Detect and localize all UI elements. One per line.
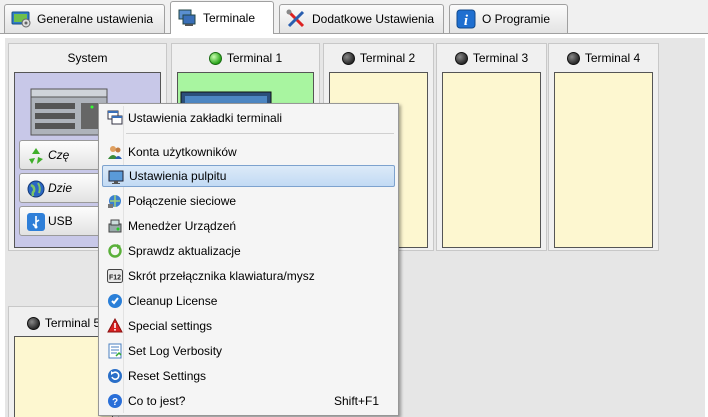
- system-card-title: System: [67, 51, 108, 65]
- status-off-icon: [454, 51, 468, 65]
- update-icon: [107, 243, 123, 259]
- system-card-header: System: [9, 44, 166, 72]
- menu-item-label: Ustawienia zakładki terminali: [128, 111, 283, 125]
- menu-item-special-settings[interactable]: Special settings: [102, 315, 395, 337]
- terminals-icon: [177, 8, 197, 28]
- menu-item-kvm-shortcut[interactable]: F12 Skrót przełącznika klawiatura/mysz: [102, 265, 395, 287]
- menu-item-label: Reset Settings: [128, 369, 207, 383]
- tools-icon: [286, 9, 306, 29]
- terminal-title: Terminal 1: [226, 51, 283, 65]
- menu-item-device-manager[interactable]: Menedżer Urządzeń: [102, 215, 395, 237]
- terminal-card-header: Terminal 3: [437, 44, 546, 72]
- terminal-card-4[interactable]: Terminal 4: [548, 43, 659, 251]
- recycle-icon: [26, 146, 46, 166]
- device-manager-icon: [107, 218, 123, 234]
- context-menu: Ustawienia zakładki terminali Konta użyt…: [98, 103, 399, 416]
- menu-item-label: Połączenie sieciowe: [128, 194, 237, 208]
- settings-screen-icon: [11, 9, 31, 29]
- menu-item-user-accounts[interactable]: Konta użytkowników: [102, 141, 395, 163]
- menu-item-label: Cleanup License: [128, 294, 218, 308]
- terminal-card-3[interactable]: Terminal 3: [436, 43, 547, 251]
- server-icon: [29, 85, 109, 142]
- menu-item-cleanup-license[interactable]: Cleanup License: [102, 290, 395, 312]
- system-button-label: USB: [48, 214, 73, 228]
- usb-icon: [26, 212, 46, 232]
- terminal-card-header: Terminal 4: [549, 44, 658, 72]
- menu-item-label: Special settings: [128, 319, 213, 333]
- tab-label: Generalne ustawienia: [37, 12, 154, 26]
- menu-item-label: Konta użytkowników: [128, 145, 237, 159]
- system-button-label: Czę: [48, 148, 70, 162]
- info-icon: i: [456, 9, 476, 29]
- system-button-1[interactable]: Czę: [19, 140, 101, 170]
- status-off-icon: [26, 316, 40, 330]
- terminal-title: Terminal 4: [584, 51, 641, 65]
- menu-item-whats-this[interactable]: ? Co to jest? Shift+F1: [102, 390, 395, 412]
- desktop-icon: [108, 169, 124, 185]
- menu-item-terminal-tab-settings[interactable]: Ustawienia zakładki terminali: [102, 107, 395, 129]
- system-button-2[interactable]: Dzie: [19, 173, 101, 203]
- system-button-3[interactable]: USB: [19, 206, 101, 236]
- menu-item-label: Menedżer Urządzeń: [128, 219, 237, 233]
- warning-icon: [107, 317, 123, 334]
- menu-item-label: Skrót przełącznika klawiatura/mysz: [128, 269, 315, 283]
- cleanup-icon: [107, 293, 123, 309]
- svg-text:F12: F12: [109, 275, 121, 282]
- menu-item-shortcut: Shift+F1: [333, 394, 379, 408]
- globe-icon: [26, 179, 46, 199]
- tab-generalne-ustawienia[interactable]: Generalne ustawienia: [4, 4, 165, 33]
- terminal-title: Terminal 2: [359, 51, 416, 65]
- svg-text:?: ?: [112, 397, 118, 408]
- menu-item-label: Co to jest?: [128, 394, 186, 408]
- terminal-card-body: [442, 72, 541, 248]
- menu-item-set-log-verbosity[interactable]: Set Log Verbosity: [102, 340, 395, 362]
- help-icon: ?: [107, 393, 123, 409]
- menu-item-network-connection[interactable]: Połączenie sieciowe: [102, 190, 395, 212]
- users-icon: [107, 144, 123, 160]
- tab-o-programie[interactable]: i O Programie: [449, 4, 568, 33]
- menu-item-check-updates[interactable]: Sprawdz aktualizacje: [102, 240, 395, 262]
- windows-icon: [107, 110, 123, 126]
- reset-icon: [107, 368, 123, 384]
- menu-item-label: Set Log Verbosity: [128, 344, 223, 358]
- status-off-icon: [341, 51, 355, 65]
- terminal-title: Terminal 5: [44, 316, 101, 330]
- tab-bar: Generalne ustawienia Terminale Dodatkowe…: [0, 0, 708, 34]
- menu-separator: [126, 133, 394, 134]
- tab-label: Dodatkowe Ustawienia: [312, 12, 435, 26]
- menu-item-reset-settings[interactable]: Reset Settings: [102, 365, 395, 387]
- tab-label: Terminale: [203, 11, 256, 25]
- status-off-icon: [566, 51, 580, 65]
- menu-item-label: Ustawienia pulpitu: [129, 169, 227, 183]
- tab-dodatkowe-ustawienia[interactable]: Dodatkowe Ustawienia: [279, 4, 444, 33]
- network-icon: [107, 193, 123, 209]
- terminal-card-header: Terminal 2: [324, 44, 433, 72]
- status-on-icon: [208, 51, 222, 65]
- tab-terminale[interactable]: Terminale: [170, 1, 274, 34]
- log-icon: [107, 343, 123, 359]
- menu-item-desktop-settings[interactable]: Ustawienia pulpitu: [102, 165, 395, 187]
- terminal-card-header: Terminal 1: [172, 44, 319, 72]
- terminal-card-body: [554, 72, 653, 248]
- terminal-title: Terminal 3: [472, 51, 529, 65]
- system-button-label: Dzie: [48, 181, 73, 195]
- menu-item-label: Sprawdz aktualizacje: [128, 244, 241, 258]
- f12-key-icon: F12: [107, 268, 123, 284]
- tab-label: O Programie: [482, 12, 551, 26]
